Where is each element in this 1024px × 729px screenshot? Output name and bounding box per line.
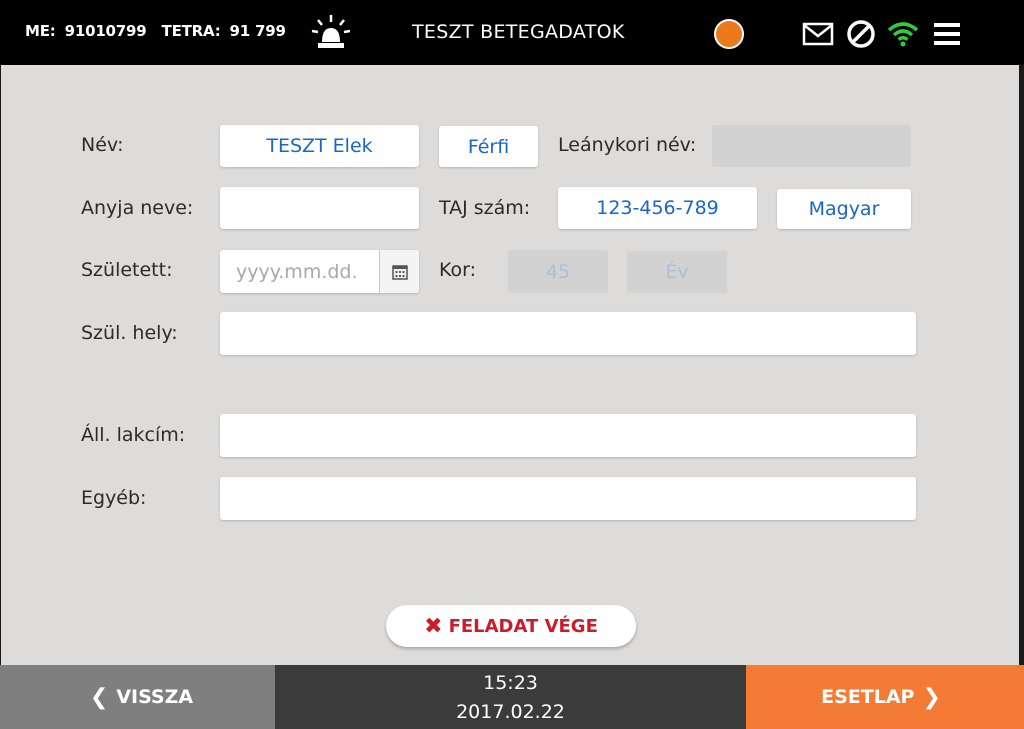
close-icon: ✖ [424, 613, 443, 639]
finish-task-button[interactable]: ✖ FELADAT VÉGE [386, 605, 636, 647]
chevron-right-icon: ❯ [922, 684, 941, 710]
mail-icon[interactable] [802, 18, 834, 50]
bottom-bar: ❮ VISSZA 15:23 2017.02.22 ESETLAP ❯ [0, 665, 1024, 729]
birthplace-label: Szül. hely: [81, 322, 178, 344]
back-button[interactable]: ❮ VISSZA [0, 665, 275, 729]
unit-ids: ME: 91010799 TETRA: 91 799 [25, 22, 290, 40]
other-label: Egyéb: [81, 487, 147, 509]
clock: 15:23 2017.02.22 [275, 665, 746, 729]
status-indicator[interactable] [714, 19, 744, 49]
calendar-icon[interactable] [379, 250, 419, 293]
birth-date-placeholder: yyyy.mm.dd. [236, 260, 358, 283]
tetra-label: TETRA: [161, 22, 221, 40]
age-label: Kor: [439, 259, 477, 281]
patient-data-form: Név: TESZT Elek Férfi Leánykori név: Any… [1, 65, 1019, 665]
mother-name-field[interactable] [220, 187, 419, 229]
address-label: Áll. lakcím: [81, 424, 186, 446]
maiden-name-field [712, 125, 911, 167]
page-title: TESZT BETEGADATOK [412, 21, 625, 43]
tetra-value: 91 799 [229, 22, 286, 40]
wifi-icon[interactable] [887, 18, 919, 50]
clock-date: 2017.02.22 [456, 701, 565, 723]
chevron-left-icon: ❮ [89, 684, 109, 710]
other-field[interactable] [220, 477, 916, 520]
taj-field[interactable]: 123-456-789 [558, 187, 757, 229]
maiden-name-label: Leánykori név: [558, 134, 697, 156]
me-label: ME: [25, 22, 56, 40]
block-icon[interactable] [845, 18, 877, 50]
case-sheet-button[interactable]: ESETLAP ❯ [746, 665, 1024, 729]
menu-icon[interactable] [931, 18, 963, 50]
clock-time: 15:23 [483, 672, 538, 694]
back-label: VISSZA [116, 686, 194, 708]
siren-icon[interactable] [310, 12, 352, 52]
born-label: Született: [81, 259, 173, 281]
me-value: 91010799 [64, 22, 147, 40]
taj-label: TAJ szám: [439, 197, 531, 219]
name-label: Név: [81, 134, 124, 156]
address-field[interactable] [220, 414, 916, 457]
mother-name-label: Anyja neve: [81, 197, 194, 219]
nationality-selector[interactable]: Magyar [777, 189, 911, 229]
case-sheet-label: ESETLAP [821, 686, 915, 708]
birthplace-field[interactable] [220, 312, 916, 355]
age-field: 45 [508, 250, 608, 293]
finish-task-label: FELADAT VÉGE [448, 615, 598, 637]
top-bar: ME: 91010799 TETRA: 91 799 TESZT BETEGAD… [0, 0, 1024, 65]
age-unit-field: Év [627, 251, 727, 293]
name-field[interactable]: TESZT Elek [220, 125, 419, 167]
gender-selector[interactable]: Férfi [439, 126, 538, 167]
birth-date-field[interactable]: yyyy.mm.dd. [220, 250, 419, 293]
